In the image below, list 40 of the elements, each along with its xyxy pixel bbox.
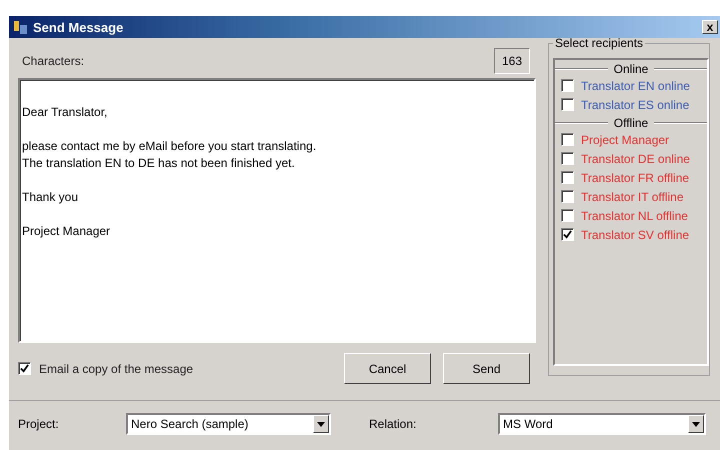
recipient-label[interactable]: Translator SV offline [581, 228, 690, 242]
checkbox[interactable] [561, 152, 574, 165]
recipient-label[interactable]: Translator IT offline [581, 190, 684, 204]
checkbox[interactable] [561, 133, 574, 146]
checkbox[interactable] [18, 362, 31, 375]
dropdown-arrow-icon [317, 422, 325, 426]
recipient-label[interactable]: Project Manager [581, 132, 670, 146]
character-count: 163 [494, 48, 530, 74]
section-heading: Offline [614, 116, 648, 130]
section-heading: Online [614, 62, 648, 76]
message-line: Thank you [22, 189, 80, 206]
checkbox[interactable] [561, 98, 574, 111]
project-label: Project: [18, 417, 60, 431]
dialog-button[interactable]: Cancel [344, 353, 431, 384]
close-button[interactable]: x [702, 20, 718, 34]
checkbox[interactable] [561, 79, 574, 92]
checkbox[interactable] [561, 190, 574, 203]
message-line: please contact me by eMail before you start translating. [22, 138, 318, 155]
dialog-button[interactable]: Send [443, 353, 530, 384]
message-line: The translation EN to DE has not been finished yet. [22, 155, 296, 172]
checkbox[interactable] [561, 228, 574, 241]
recipient-label[interactable]: Translator DE online [581, 152, 690, 166]
message-field[interactable]: Dear Translator, please contact me by eMail before you start translating. The translation EN to DE has not been finished yet. Thank you Project Manager [18, 78, 536, 343]
app-icon [13, 19, 29, 35]
project-dropdown[interactable]: Nero Search (sample) [126, 413, 331, 435]
checkbox-label[interactable]: Email a copy of the message [39, 362, 194, 376]
relation-dropdown[interactable]: MS Word [498, 413, 706, 435]
group-title: Select recipients [554, 36, 644, 50]
window-title: Send Message [33, 20, 124, 34]
relation-label: Relation: [369, 417, 418, 431]
checkbox[interactable] [561, 171, 574, 184]
recipient-label[interactable]: Translator EN online [581, 78, 690, 92]
recipient-label[interactable]: Translator FR offline [581, 170, 690, 184]
recipient-label[interactable]: Translator ES online [581, 98, 690, 112]
message-line: Project Manager [22, 223, 112, 240]
dropdown-arrow-icon [692, 422, 700, 426]
recipient-label[interactable]: Translator NL offline [581, 208, 688, 222]
characters-label: Characters: [22, 54, 84, 68]
checkbox[interactable] [561, 209, 574, 222]
message-line: Dear Translator, [22, 104, 108, 121]
